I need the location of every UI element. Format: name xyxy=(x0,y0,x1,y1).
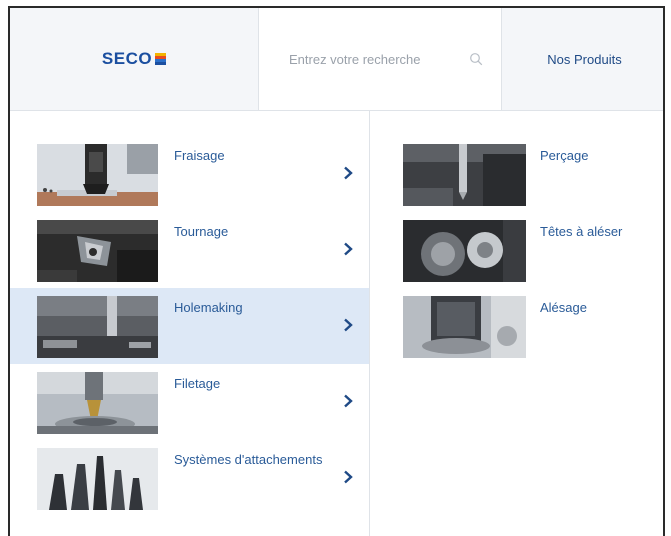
header-bar: SECO Nos Produits xyxy=(10,8,663,111)
category-label: Filetage xyxy=(174,376,221,391)
seco-logo[interactable]: SECO xyxy=(101,49,167,69)
systemes-attachements-thumbnail xyxy=(37,448,158,510)
category-item-fraisage[interactable]: Fraisage xyxy=(10,136,369,212)
filetage-thumbnail xyxy=(37,372,158,434)
alesage-thumbnail xyxy=(403,296,526,358)
search-box[interactable] xyxy=(259,8,502,110)
category-label: Fraisage xyxy=(174,148,225,163)
tetes-a-aleser-thumbnail xyxy=(403,220,526,282)
category-label: Tournage xyxy=(174,224,229,239)
subcategory-label: Alésage xyxy=(540,300,587,315)
category-item-filetage[interactable]: Filetage xyxy=(10,364,369,440)
chevron-right-icon[interactable] xyxy=(343,242,353,256)
logo-color-mark-icon xyxy=(155,53,167,65)
category-item-systemes-attachements[interactable]: Systèmes d'attachements xyxy=(10,440,369,516)
tournage-thumbnail xyxy=(37,220,158,282)
fraisage-thumbnail xyxy=(37,144,158,206)
subcategory-list: Perçage Têtes à aléser Alésage xyxy=(370,111,663,536)
search-icon[interactable] xyxy=(469,52,483,66)
chevron-right-icon[interactable] xyxy=(343,318,353,332)
logo-text: SECO xyxy=(101,49,153,68)
logo-area[interactable]: SECO xyxy=(10,8,259,110)
subcategory-item-percage[interactable]: Perçage xyxy=(370,136,663,212)
category-label: Holemaking xyxy=(174,300,243,315)
subcategory-item-tetes-a-aleser[interactable]: Têtes à aléser xyxy=(370,212,663,288)
percage-thumbnail xyxy=(403,144,526,206)
nos-produits-button[interactable]: Nos Produits xyxy=(502,8,663,110)
category-item-tournage[interactable]: Tournage xyxy=(10,212,369,288)
chevron-right-icon[interactable] xyxy=(343,394,353,408)
search-input[interactable] xyxy=(289,51,454,67)
chevron-right-icon[interactable] xyxy=(343,166,353,180)
category-item-holemaking[interactable]: Holemaking xyxy=(10,288,369,364)
category-list: Fraisage Tournage Holemaking Filetage Sy… xyxy=(10,111,370,536)
subcategory-label: Perçage xyxy=(540,148,589,163)
subcategory-label: Têtes à aléser xyxy=(540,224,623,239)
holemaking-thumbnail xyxy=(37,296,158,358)
category-label: Systèmes d'attachements xyxy=(174,452,323,467)
chevron-right-icon[interactable] xyxy=(343,470,353,484)
subcategory-item-alesage[interactable]: Alésage xyxy=(370,288,663,364)
mega-menu-frame: SECO Nos Produits xyxy=(8,6,665,536)
